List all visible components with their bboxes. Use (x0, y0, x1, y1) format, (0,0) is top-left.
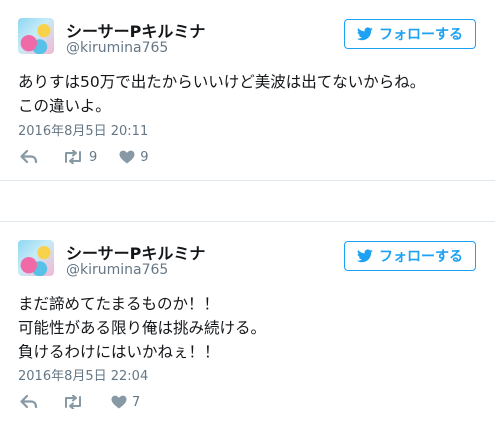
tweet-gap (0, 181, 495, 221)
tweet-text: ありすは50万で出たからいいけど美波は出てないからね。 この違いよ。 (18, 70, 425, 118)
display-name[interactable]: シーサーPキルミナ (66, 18, 205, 42)
avatar[interactable] (18, 18, 54, 54)
timestamp[interactable]: 2016年8月5日 22:04 (18, 365, 148, 384)
tweet-card: シーサーPキルミナ @kirumina765 フォローする まだ諦めてたまるもの… (0, 222, 495, 424)
tweet-text-line: ありすは50万で出たからいいけど美波は出てないからね。 (18, 73, 426, 91)
reply-button[interactable] (20, 395, 38, 409)
twitter-bird-icon (357, 27, 373, 41)
like-button[interactable]: 7 (111, 395, 140, 410)
tweet-text-line: この違いよ。 (18, 97, 111, 115)
retweet-button[interactable]: 9 (62, 150, 97, 165)
user-handle[interactable]: @kirumina765 (66, 262, 168, 278)
tweet-actions: 7 (20, 393, 140, 411)
follow-label: フォローする (379, 27, 463, 43)
retweet-count: 9 (89, 149, 98, 165)
retweet-icon (65, 150, 81, 164)
tweet-actions: 9 9 (20, 148, 149, 166)
tweet-text-line: 負けるわけにはいかねぇ！！ (18, 343, 220, 361)
tweet-text-line: 可能性がある限り俺は挑み続ける。 (18, 319, 267, 337)
timestamp[interactable]: 2016年8月5日 20:11 (18, 120, 148, 139)
display-name[interactable]: シーサーPキルミナ (66, 240, 205, 264)
reply-button[interactable] (20, 150, 38, 164)
heart-icon (119, 150, 135, 164)
follow-button[interactable]: フォローする (344, 19, 476, 49)
retweet-icon (65, 395, 81, 409)
twitter-bird-icon (357, 249, 373, 263)
heart-icon (111, 395, 127, 409)
reply-icon (20, 150, 38, 164)
follow-button[interactable]: フォローする (344, 241, 476, 271)
like-count: 9 (140, 149, 149, 165)
like-count: 7 (132, 394, 141, 410)
like-button[interactable]: 9 (119, 149, 149, 165)
tweet-text-line: まだ諦めてたまるものか！！ (18, 295, 220, 313)
user-handle[interactable]: @kirumina765 (66, 40, 168, 56)
follow-label: フォローする (379, 249, 463, 265)
tweet-card: シーサーPキルミナ @kirumina765 フォローする ありすは50万で出た… (0, 0, 495, 180)
reply-icon (20, 395, 38, 409)
retweet-button[interactable] (62, 395, 89, 409)
avatar[interactable] (18, 240, 54, 276)
tweet-text: まだ諦めてたまるものか！！ 可能性がある限り俺は挑み続ける。 負けるわけにはいか… (18, 292, 266, 364)
